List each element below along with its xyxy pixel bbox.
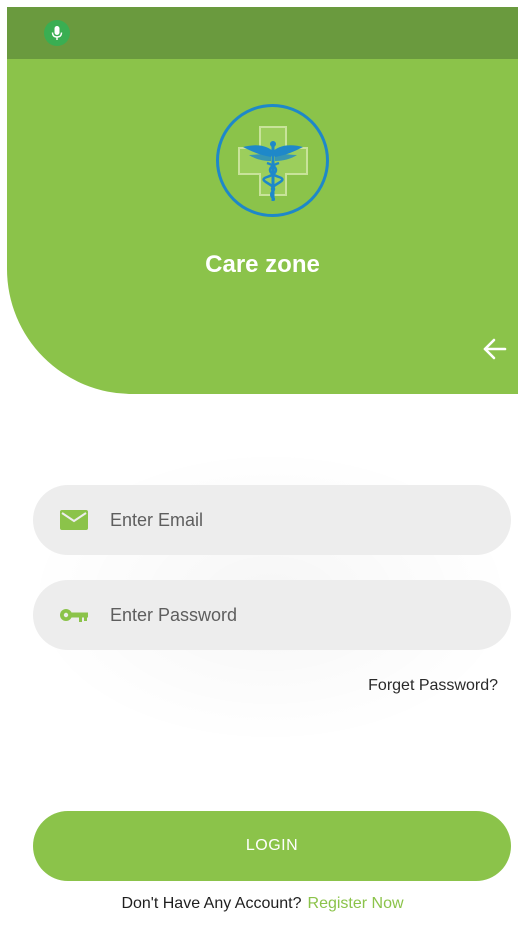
microphone-icon[interactable] [44, 20, 70, 46]
key-icon [59, 603, 89, 627]
email-placeholder: Enter Email [110, 509, 204, 530]
register-prompt: Don't Have Any Account? Register Now [7, 895, 518, 913]
app-title: Care zone [205, 251, 320, 278]
password-placeholder: Enter Password [110, 604, 238, 625]
app-screen: Care zone Enter Email Enter Password For… [7, 7, 518, 937]
email-field[interactable]: Enter Email [33, 485, 511, 555]
forget-password-link[interactable]: Forget Password? [368, 677, 498, 695]
register-link[interactable]: Register Now [308, 895, 404, 912]
header-banner: Care zone [7, 59, 518, 394]
arrow-left-icon[interactable] [481, 335, 509, 363]
no-account-text: Don't Have Any Account? [121, 895, 302, 912]
password-field[interactable]: Enter Password [33, 580, 511, 650]
medical-caduceus-icon [237, 125, 308, 201]
login-button[interactable]: LOGIN [33, 811, 511, 881]
envelope-icon [59, 508, 89, 532]
status-bar [7, 7, 518, 59]
app-logo [216, 104, 329, 217]
